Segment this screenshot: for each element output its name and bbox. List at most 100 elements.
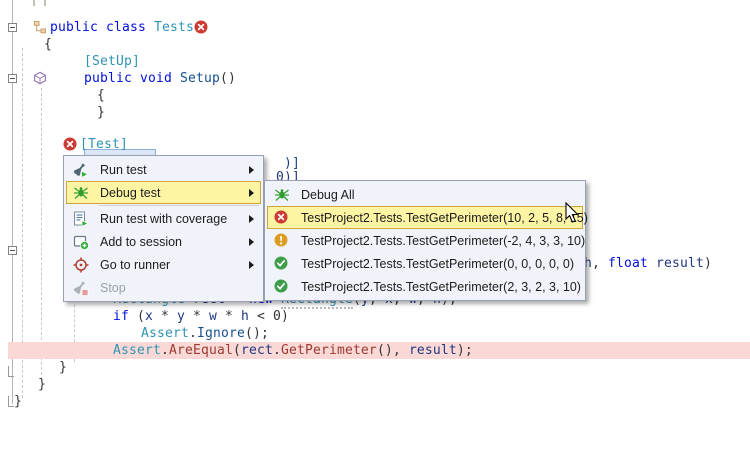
code-token: result [409, 343, 457, 358]
submenu-arrow-icon [249, 215, 254, 223]
stop-flask-icon [73, 280, 89, 296]
debug-bug-icon [73, 185, 89, 201]
debug-test-submenu: Debug All TestProject2.Tests.TestGetPerim… [264, 180, 586, 301]
debug-bug-icon [274, 187, 290, 203]
submenu-arrow-icon [249, 189, 254, 197]
menu-item-label: TestProject2.Tests.TestGetPerimeter(2, 3… [301, 280, 581, 294]
code-token: [Test] [80, 137, 128, 152]
code-line[interactable]: } [97, 104, 105, 121]
code-token: GetPerimeter [281, 343, 377, 358]
code-token: < 0) [249, 309, 289, 324]
coverage-doc-icon [73, 211, 89, 227]
code-token: ) [704, 256, 712, 271]
code-token: y [177, 309, 185, 324]
code-token: ( [129, 309, 145, 324]
session-add-icon [73, 234, 89, 250]
submenu-item-testproject2-tests-testgetperimeter-2-3-[interactable]: TestProject2.Tests.TestGetPerimeter(2, 3… [267, 275, 583, 298]
context-menu: Run test Debug test Run test with coverage… [63, 155, 264, 302]
code-line[interactable]: public void Setup() [84, 70, 236, 87]
code-line[interactable]: public class Tests [50, 19, 194, 36]
status-warning-icon [274, 233, 290, 249]
context-menu-item-add-to-session[interactable]: Add to session [66, 230, 261, 253]
code-token: public class [50, 20, 154, 35]
code-token: } [14, 394, 22, 409]
run-flask-icon [73, 162, 89, 178]
clipped-icon [33, 0, 46, 6]
submenu-item-testproject2-tests-testgetperimeter-2-4-[interactable]: TestProject2.Tests.TestGetPerimeter(-2, … [267, 229, 583, 252]
code-token: x [145, 309, 153, 324]
code-token: Tests [154, 20, 194, 35]
code-token: Setup [180, 71, 220, 86]
submenu-item-testproject2-tests-testgetperimeter-10-2[interactable]: TestProject2.Tests.TestGetPerimeter(10, … [267, 206, 583, 229]
code-token: ); [457, 343, 473, 358]
code-token: result [656, 256, 704, 271]
code-line[interactable]: Assert.AreEqual(rect.GetPerimeter(), res… [113, 342, 473, 359]
menu-item-label: Run test with coverage [100, 212, 227, 226]
code-token: float [608, 256, 648, 271]
submenu-arrow-icon [249, 261, 254, 269]
menu-item-label: Add to session [100, 235, 182, 249]
status-error-icon [194, 20, 208, 34]
menu-item-label: Run test [100, 163, 147, 177]
menu-item-label: TestProject2.Tests.TestGetPerimeter(10, … [301, 211, 588, 225]
indent-guide [41, 88, 42, 380]
code-token: (), [377, 343, 409, 358]
context-menu-item-run-test-with-coverage[interactable]: Run test with coverage [66, 207, 261, 230]
context-menu-item-run-test[interactable]: Run test [66, 158, 261, 181]
code-line[interactable]: } [59, 359, 67, 376]
code-token: . [161, 343, 169, 358]
code-token [648, 256, 656, 271]
code-token: * [185, 309, 209, 324]
submenu-item-testproject2-tests-testgetperimeter-0-0-[interactable]: TestProject2.Tests.TestGetPerimeter(0, 0… [267, 252, 583, 275]
code-line[interactable]: if (x * y * w * h < 0) [113, 308, 289, 325]
code-token: rect [241, 343, 273, 358]
code-token: Assert [141, 326, 189, 341]
context-menu-item-debug-test[interactable]: Debug test [66, 181, 261, 204]
code-line[interactable]: [Test] [80, 136, 128, 153]
fold-marker[interactable] [8, 23, 17, 32]
code-token: (); [245, 326, 269, 341]
code-token: * [153, 309, 177, 324]
code-token: } [97, 105, 105, 120]
code-token: * [217, 309, 241, 324]
code-token: } [59, 360, 67, 375]
code-line[interactable]: h, float result) [584, 255, 712, 272]
menu-item-label: Debug All [301, 188, 355, 202]
goto-target-icon [73, 257, 89, 273]
code-token: . [273, 343, 281, 358]
code-line[interactable]: { [44, 36, 52, 53]
code-line[interactable]: Assert.Ignore(); [141, 325, 269, 342]
code-token: ( [233, 343, 241, 358]
method-icon [33, 71, 47, 85]
fold-marker[interactable] [8, 74, 17, 83]
ide-editor-screen: public class Tests{[SetUp]public void Se… [0, 0, 750, 476]
code-token: , [592, 256, 608, 271]
code-token: () [220, 71, 236, 86]
menu-item-label: Go to runner [100, 258, 170, 272]
class-icon [33, 20, 47, 34]
fold-marker[interactable] [8, 246, 17, 255]
menu-item-label: TestProject2.Tests.TestGetPerimeter(-2, … [301, 234, 585, 248]
context-menu-item-go-to-runner[interactable]: Go to runner [66, 253, 261, 276]
menu-separator [99, 205, 259, 206]
code-token: AreEqual [169, 343, 233, 358]
menu-item-label: Stop [100, 281, 126, 295]
status-ok-icon [274, 256, 290, 272]
code-line[interactable]: } [14, 393, 22, 410]
menu-item-label: Debug test [100, 186, 160, 200]
mouse-cursor [565, 202, 585, 228]
submenu-arrow-icon [249, 166, 254, 174]
code-token: Assert [113, 343, 161, 358]
code-line[interactable]: } [38, 376, 46, 393]
status-ok-icon [274, 279, 290, 295]
code-line[interactable]: [SetUp] [84, 53, 140, 70]
code-token: w [209, 309, 217, 324]
context-menu-item-stop[interactable]: Stop [66, 276, 261, 299]
code-token: [SetUp] [84, 54, 140, 69]
code-token: . [189, 326, 197, 341]
submenu-item-debug-all[interactable]: Debug All [267, 183, 583, 206]
status-error-icon [63, 137, 77, 151]
code-line[interactable]: { [97, 87, 105, 104]
code-token: { [44, 37, 52, 52]
code-token: if [113, 309, 129, 324]
